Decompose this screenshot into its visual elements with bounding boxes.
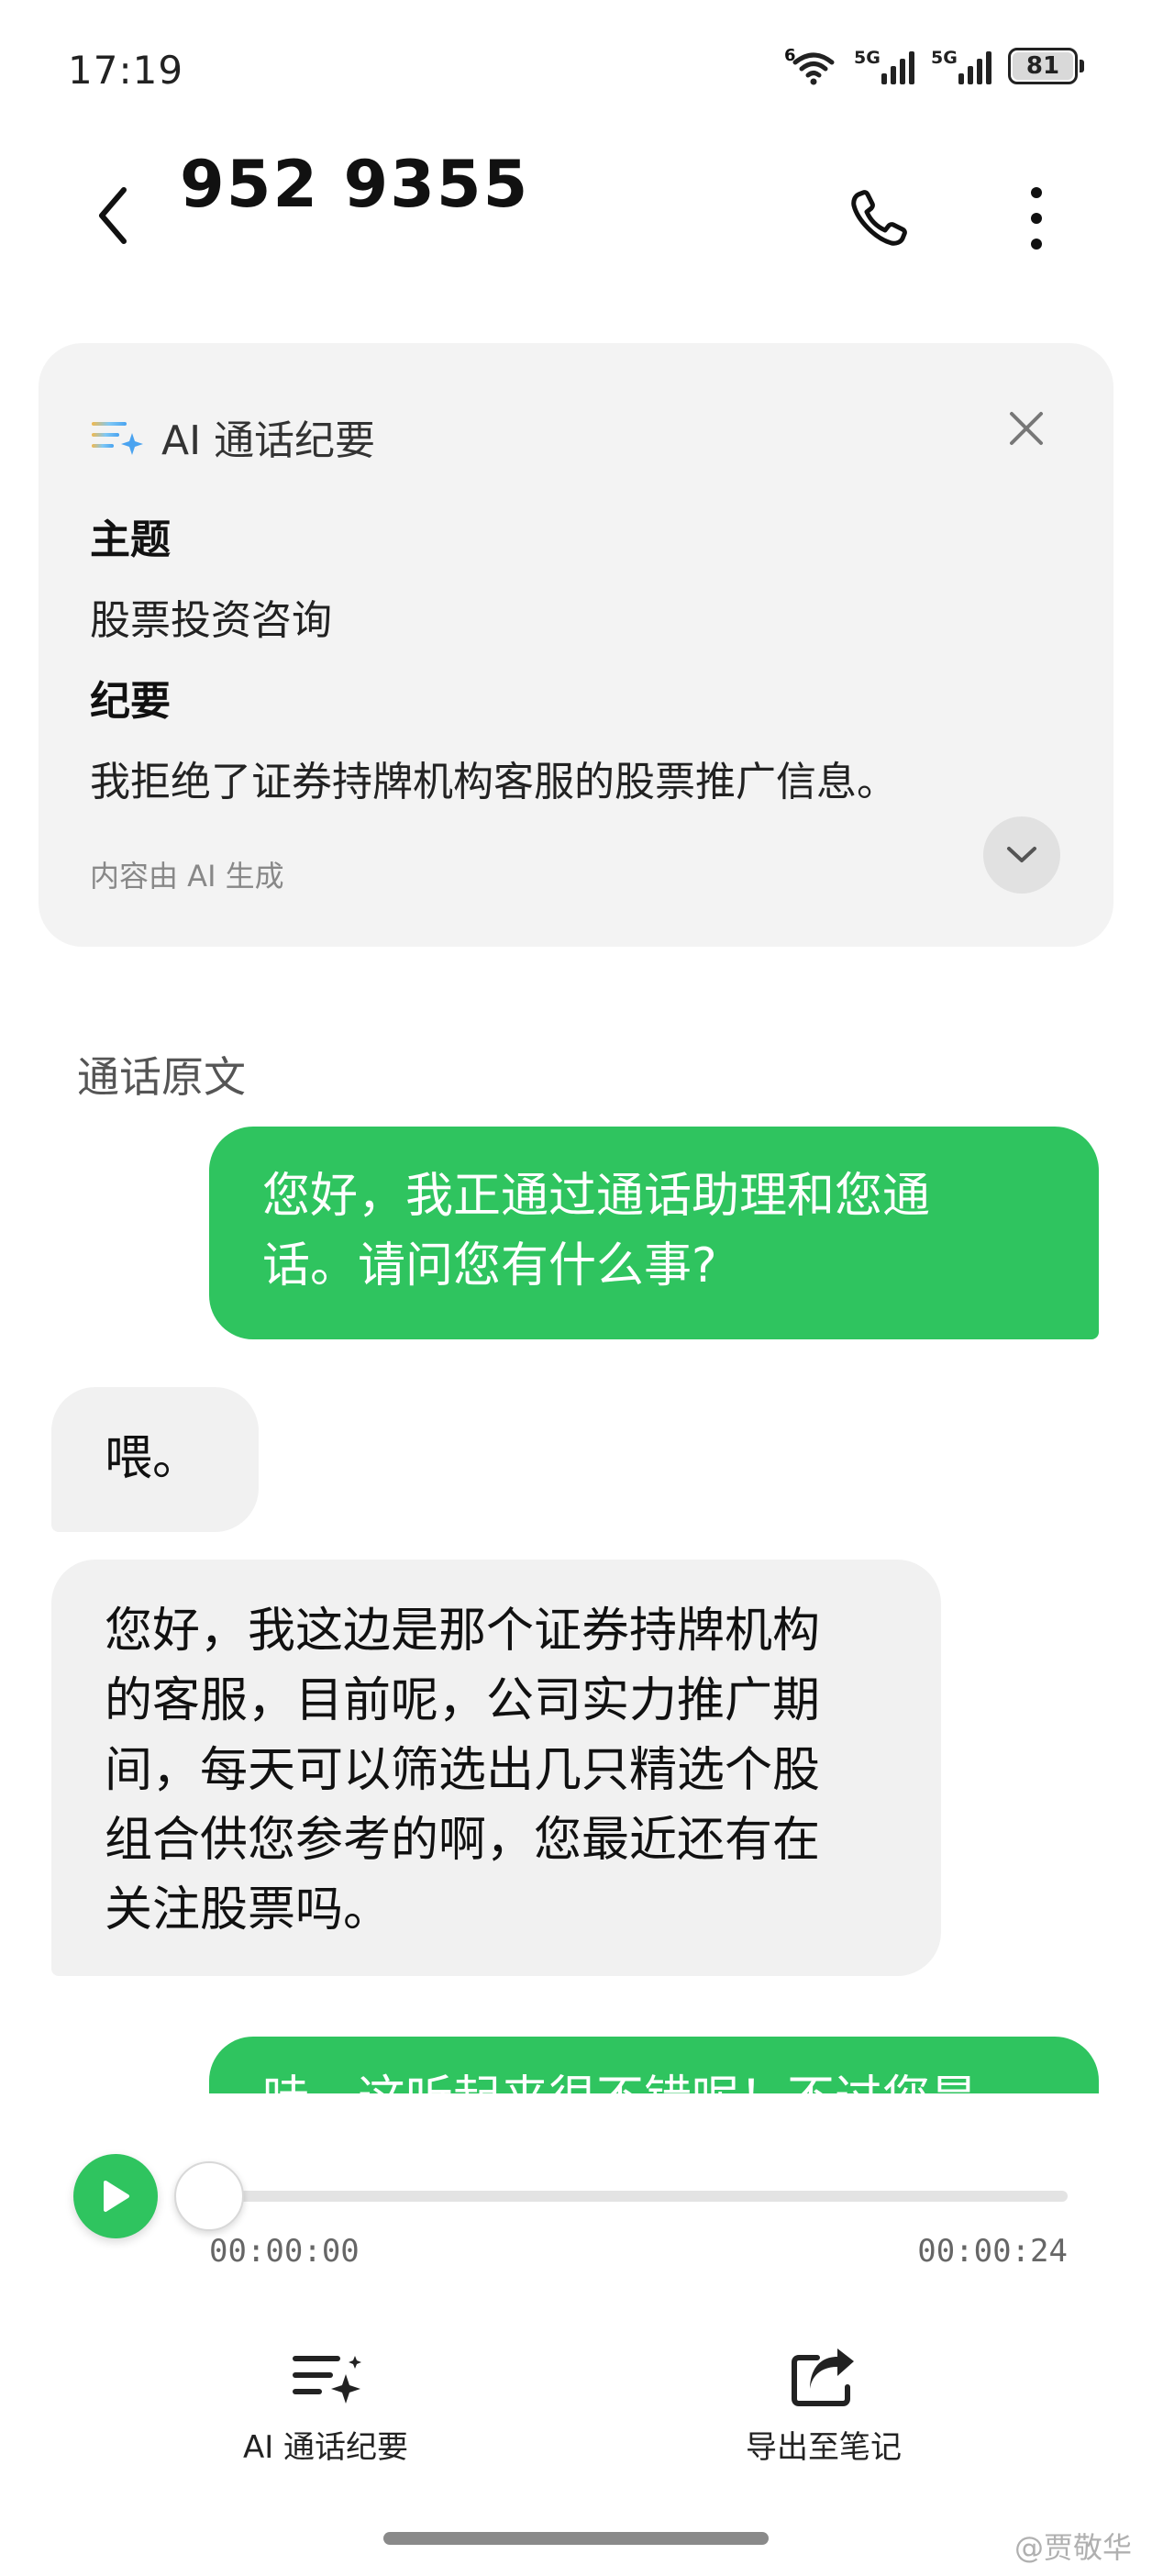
ai-summary-card: AI 通话纪要 主题 股票投资咨询 纪要 我拒绝了证券持牌机构客服的股票推广信息…	[39, 343, 1113, 947]
signal-icon: 5G	[854, 48, 914, 84]
phone-icon	[851, 190, 907, 246]
expand-summary-button[interactable]	[983, 816, 1060, 894]
transcript-heading: 通话原文	[77, 1052, 246, 1102]
message-line: 喂。	[105, 1431, 201, 1486]
watermark: @贾敬华	[1014, 2530, 1132, 2565]
export-to-notes-button[interactable]: 导出至笔记	[668, 2348, 980, 2467]
signal-generation-label: 5G	[931, 48, 958, 68]
message-bubble-outgoing: 您好，我正通过通话助理和您通 话。请问您有什么事?	[209, 1127, 1099, 1339]
chevron-down-icon	[1007, 847, 1036, 862]
ai-generated-note: 内容由 AI 生成	[90, 859, 284, 894]
wifi-generation-label: 6	[784, 46, 796, 65]
ai-sparkle-icon	[92, 422, 143, 455]
header: 952 9355	[0, 138, 1152, 294]
summary-text: 我拒绝了证券持牌机构客服的股票推广信息。	[90, 759, 897, 805]
ai-summary-action-label: AI 通话纪要	[242, 2429, 409, 2466]
export-share-icon	[792, 2348, 854, 2406]
more-options-button[interactable]	[1000, 182, 1073, 255]
export-to-notes-label: 导出至笔记	[746, 2429, 902, 2466]
message-line: 间，每天可以筛选出几只精选个股	[105, 1743, 821, 1798]
message-bubble-incoming: 您好，我这边是那个证券持牌机构 的客服，目前呢，公司实力推广期 间，每天可以筛选…	[51, 1560, 941, 1976]
wifi-icon: 6	[784, 46, 837, 86]
close-summary-button[interactable]	[994, 396, 1058, 461]
back-button[interactable]	[81, 179, 145, 252]
back-arrow-icon	[99, 187, 127, 244]
signal-icon: 5G	[931, 48, 991, 84]
playback-progress-bar[interactable]	[209, 2191, 1068, 2202]
message-line: 话。请问您有什么事?	[262, 1238, 717, 1294]
battery-icon: 81	[1008, 48, 1084, 84]
transcript-scroll-edge: 哇，这听起来很不错呢！不过您是	[0, 2037, 1152, 2093]
page-title: 952 9355	[180, 147, 530, 222]
close-icon	[1010, 412, 1043, 445]
summary-list-icon	[293, 2356, 361, 2404]
total-duration: 00:00:24	[917, 2233, 1068, 2270]
home-indicator[interactable]	[383, 2532, 769, 2545]
summary-label: 纪要	[90, 678, 171, 725]
topic-text: 股票投资咨询	[90, 597, 332, 644]
current-time: 00:00:00	[209, 2233, 360, 2270]
playback-scrubber-handle[interactable]	[174, 2161, 244, 2231]
topic-label: 主题	[90, 516, 171, 563]
ai-summary-action-button[interactable]: AI 通话纪要	[170, 2348, 482, 2467]
call-button[interactable]	[842, 182, 915, 255]
message-line: 哇，这听起来很不错呢！不过您是	[262, 2064, 1046, 2093]
message-bubble-outgoing: 哇，这听起来很不错呢！不过您是	[209, 2037, 1099, 2093]
message-line: 您好，我这边是那个证券持牌机构	[105, 1604, 821, 1659]
summary-card-header: AI 通话纪要	[90, 407, 375, 466]
play-button[interactable]	[73, 2154, 158, 2238]
signal-generation-label: 5G	[854, 48, 881, 68]
status-time: 17:19	[68, 48, 184, 93]
message-line: 关注股票吗。	[105, 1882, 392, 1938]
status-icons: 6 5G 5G 81	[784, 46, 1084, 86]
message-line: 的客服，目前呢，公司实力推广期	[105, 1673, 821, 1728]
message-line: 组合供您参考的啊，您最近还有在	[105, 1813, 821, 1868]
battery-level: 81	[1013, 52, 1073, 80]
summary-card-title: AI 通话纪要	[161, 417, 376, 464]
status-bar: 17:19 6 5G 5G 81	[0, 0, 1152, 138]
message-line: 您好，我正通过通话助理和您通	[262, 1169, 931, 1224]
message-bubble-incoming: 喂。	[51, 1387, 259, 1532]
more-vertical-icon	[1031, 187, 1042, 250]
play-icon	[104, 2181, 129, 2212]
call-transcript-screen: 17:19 6 5G 5G 81 952 9355 AI 通话纪要 主题 股票投…	[0, 0, 1152, 2576]
